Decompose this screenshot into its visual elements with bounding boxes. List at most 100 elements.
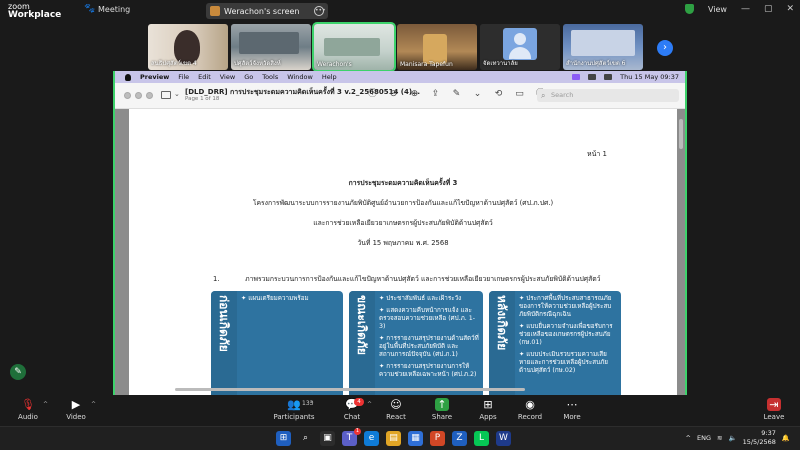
edge-icon[interactable]: e xyxy=(364,431,379,446)
battery-icon[interactable] xyxy=(588,74,597,80)
volume-icon[interactable]: 🔈 xyxy=(728,434,736,442)
document-date: วันที่ 15 พฤษภาคม พ.ศ. 2568 xyxy=(357,239,449,247)
meeting-label: Meeting xyxy=(98,4,131,14)
file-explorer-icon[interactable]: ▤ xyxy=(386,431,401,446)
highlight-icon[interactable]: ▭ xyxy=(514,89,525,100)
search-input[interactable]: Search xyxy=(537,89,679,102)
wifi-icon[interactable]: ≋ xyxy=(717,434,722,442)
menu-window[interactable]: Window xyxy=(287,73,313,81)
chevron-up-icon[interactable]: ^ xyxy=(686,434,691,442)
chevron-down-icon[interactable]: ⌄ xyxy=(472,89,483,100)
more-button[interactable]: ⋯ More xyxy=(550,398,594,421)
language-indicator[interactable]: ENG xyxy=(697,434,711,442)
taskbar-clock[interactable]: 9:37 15/5/2568 xyxy=(743,429,776,447)
chevron-up-icon[interactable]: ^ xyxy=(43,401,48,408)
zoom-window-icon[interactable] xyxy=(146,92,153,99)
menu-edit[interactable]: Edit xyxy=(198,73,211,81)
participant-strip: สนธิปศุสัตว์เขต 4 ปศุสัตว์จังหวัดสิงห์ W… xyxy=(148,22,643,72)
record-label: Record xyxy=(517,413,543,421)
more-options-icon[interactable]: ••• xyxy=(314,6,326,16)
participant-tile[interactable]: Manisara Tapefun xyxy=(397,24,477,70)
store-icon[interactable]: ▦ xyxy=(408,431,423,446)
video-label: Video xyxy=(66,413,86,421)
chat-badge: 4 xyxy=(354,398,364,406)
close-window-icon[interactable] xyxy=(124,92,131,99)
share-screen-icon: ↑ xyxy=(435,398,449,411)
share-button[interactable]: ↑ Share xyxy=(420,398,464,421)
info-icon[interactable]: ⓘ xyxy=(367,89,378,100)
security-shield-icon[interactable] xyxy=(684,4,694,14)
line-icon[interactable]: L xyxy=(474,431,489,446)
menu-file[interactable]: File xyxy=(178,73,189,81)
apps-label: Apps xyxy=(479,413,497,421)
task-view-icon[interactable]: ▣ xyxy=(320,431,335,446)
windows-start-icon[interactable]: ⊞ xyxy=(276,431,291,446)
sidebar-toggle-icon[interactable] xyxy=(161,91,171,99)
page-indicator: Page 1 of 18 xyxy=(185,96,220,102)
participant-tile[interactable]: สำนักงานปศุสัตว์เขต 6 xyxy=(563,24,643,70)
view-button[interactable]: View xyxy=(708,5,727,14)
annotate-pen-icon[interactable]: ✎ xyxy=(10,364,26,380)
menubar-clock[interactable]: Thu 15 May 09:37 xyxy=(620,73,679,81)
zoom-status-icon[interactable] xyxy=(572,74,581,80)
page-number: หน้า 1 xyxy=(586,150,607,158)
participant-tile-active[interactable]: Werachon's xyxy=(312,22,396,72)
next-participants-icon[interactable]: › xyxy=(657,40,673,56)
apple-icon[interactable] xyxy=(125,73,131,81)
share-icon[interactable]: ⇪ xyxy=(430,89,441,100)
chevron-up-icon[interactable]: ^ xyxy=(309,401,314,408)
participant-tile[interactable]: ปศุสัตว์จังหวัดสิงห์ xyxy=(231,24,311,70)
minimize-icon[interactable]: — xyxy=(741,4,750,14)
meeting-info-button[interactable]: 🐾 Meeting xyxy=(84,4,130,14)
vertical-scrollbar[interactable] xyxy=(679,119,683,149)
markup-pen-icon[interactable]: ✎ xyxy=(451,89,462,100)
participant-tile[interactable]: สนธิปศุสัตว์เขต 4 xyxy=(148,24,228,70)
powerpoint-icon[interactable]: P xyxy=(430,431,445,446)
document-line: โครงการพัฒนาระบบการรายงานภัยพิบัติศูนย์อ… xyxy=(252,199,554,207)
maximize-icon[interactable]: ▢ xyxy=(764,4,773,14)
shared-screen-pill[interactable]: Werachon's screen ••• xyxy=(206,3,328,19)
shared-screen-label: Werachon's screen xyxy=(224,6,300,16)
menu-view[interactable]: View xyxy=(220,73,235,81)
react-button[interactable]: ☺ React xyxy=(374,398,418,421)
chevron-up-icon[interactable]: ^ xyxy=(91,401,96,408)
participants-button[interactable]: 👥 133 Participants ^ xyxy=(272,398,316,421)
zoom-in-icon[interactable]: ⊕ xyxy=(409,89,420,100)
menu-go[interactable]: Go xyxy=(244,73,253,81)
menu-app-name[interactable]: Preview xyxy=(140,73,169,81)
participant-name: สนธิปศุสัตว์เขต 4 xyxy=(151,60,197,67)
teams-icon[interactable]: T1 xyxy=(342,428,361,446)
zoom-out-icon[interactable]: ⊖ xyxy=(388,89,399,100)
document-area[interactable]: หน้า 1 การประชุมระดมความคิดเห็นครั้งที่ … xyxy=(115,109,685,395)
video-button[interactable]: ▶ Video ^ xyxy=(54,398,98,421)
menu-tools[interactable]: Tools xyxy=(262,73,278,81)
leave-button[interactable]: ⇥ Leave xyxy=(752,398,796,421)
app-icon[interactable]: W xyxy=(496,431,511,446)
rotate-icon[interactable]: ⟲ xyxy=(493,89,504,100)
participants-icon: 👥 xyxy=(287,398,301,411)
search-icon[interactable]: ⌕ xyxy=(298,431,313,446)
menu-help[interactable]: Help xyxy=(322,73,337,81)
camera-icon: ▶ xyxy=(71,398,81,411)
participant-video xyxy=(239,32,299,54)
participant-name: ปศุสัตว์จังหวัดสิงห์ xyxy=(234,60,281,67)
audio-button[interactable]: 🎙 Audio ^ xyxy=(6,398,50,421)
notifications-icon[interactable]: 🔔 xyxy=(782,434,790,442)
box-item: ✦ การรายงานสรุปรายงานการให้ความช่วยเหลือ… xyxy=(379,363,477,378)
record-button[interactable]: ◉ Record xyxy=(508,398,552,421)
wifi-icon[interactable] xyxy=(604,74,613,80)
avatar-icon xyxy=(503,28,537,60)
minimize-window-icon[interactable] xyxy=(135,92,142,99)
zoom-app-icon[interactable]: Z xyxy=(452,431,467,446)
chevron-down-icon[interactable]: ⌄ xyxy=(174,90,180,98)
participant-tile[interactable]: จัดเทวานาลัย xyxy=(480,24,560,70)
participant-name: Manisara Tapefun xyxy=(400,61,453,68)
apps-button[interactable]: ⊞ Apps xyxy=(466,398,510,421)
chat-button[interactable]: 💬 4 Chat ^ xyxy=(330,398,374,421)
chevron-up-icon[interactable]: ^ xyxy=(367,401,372,408)
close-icon[interactable]: ✕ xyxy=(786,4,794,14)
horizontal-scrollbar[interactable] xyxy=(175,388,525,391)
participants-label: Participants xyxy=(273,413,315,421)
share-label: Share xyxy=(431,413,453,421)
box-item: ✦ แบบประเมินรวบรวมความเสียหายและการช่วยเ… xyxy=(519,351,608,374)
